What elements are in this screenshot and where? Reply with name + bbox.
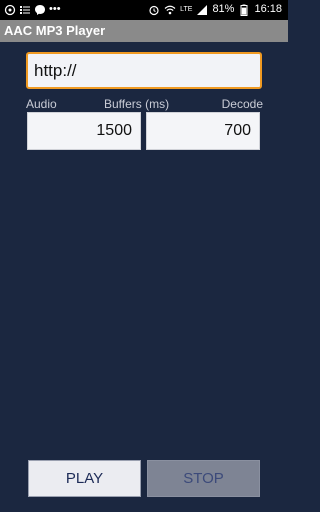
battery-icon bbox=[240, 4, 248, 16]
location-icon bbox=[4, 4, 16, 15]
network-type: LTE bbox=[180, 6, 193, 13]
status-bar: ••• LTE 81% 16:18 bbox=[0, 0, 288, 20]
decode-label: Decode bbox=[221, 97, 263, 111]
decode-buffer-input[interactable] bbox=[147, 113, 259, 149]
messenger-icon bbox=[35, 4, 45, 15]
buffers-label: Buffers (ms) bbox=[104, 97, 170, 111]
stop-button[interactable]: STOP bbox=[147, 460, 260, 497]
app-title: AAC MP3 Player bbox=[4, 23, 106, 38]
url-input[interactable] bbox=[28, 54, 260, 87]
more-dots-icon: ••• bbox=[49, 3, 61, 15]
play-button[interactable]: PLAY bbox=[28, 460, 141, 497]
clock: 16:18 bbox=[254, 3, 282, 15]
battery-percent: 81% bbox=[212, 3, 235, 15]
signal-icon bbox=[197, 4, 208, 15]
list-icon bbox=[20, 5, 30, 14]
audio-buffer-input[interactable] bbox=[28, 113, 140, 149]
app-title-bar: AAC MP3 Player bbox=[0, 20, 288, 42]
wifi-icon bbox=[164, 5, 176, 14]
decode-buffer-field-container bbox=[146, 112, 260, 150]
audio-buffer-field-container bbox=[27, 112, 141, 150]
alarm-icon bbox=[149, 5, 159, 15]
audio-label: Audio bbox=[26, 97, 57, 111]
url-field-container bbox=[26, 52, 262, 89]
